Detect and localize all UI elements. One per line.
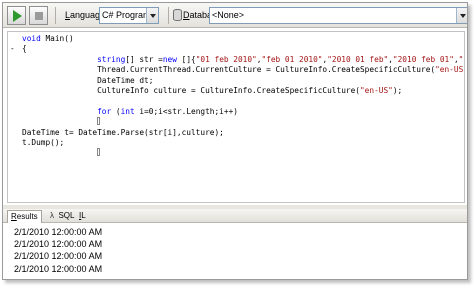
code-line: DateTime dt; <box>22 75 154 85</box>
tab-results[interactable]: Results <box>7 210 42 223</box>
code-keyword: void <box>22 34 41 43</box>
toolbar-separator <box>168 7 169 24</box>
language-select-value: C# Program <box>102 10 151 20</box>
stop-icon <box>35 12 43 20</box>
code-line <box>22 117 101 126</box>
code-line: string[] str =new []{"01 feb 2010","feb … <box>97 54 464 64</box>
code-line: CultureInfo culture = CultureInfo.Create… <box>22 86 403 96</box>
run-button[interactable] <box>7 6 26 25</box>
database-icon <box>173 9 182 21</box>
result-line: 2/1/2010 12:00:00 AM <box>14 227 103 237</box>
code-line: t.Dump(); <box>22 138 65 148</box>
toolbar-separator <box>55 7 56 24</box>
fold-gutter: - <box>10 34 19 55</box>
results-panel: 2/1/2010 12:00:00 AM 2/1/2010 12:00:00 A… <box>7 226 465 278</box>
database-select-value: <None> <box>212 10 245 20</box>
stop-button[interactable] <box>29 6 48 25</box>
code-editor[interactable]: - void Main() { string[] str =new []{"01… <box>7 31 465 203</box>
lambda-icon: λ <box>50 211 54 220</box>
language-select[interactable]: C# Program <box>99 7 159 24</box>
code-line: void Main() <box>22 34 74 43</box>
code-text[interactable]: void Main() { string[] str =new []{"01 f… <box>22 34 464 159</box>
tab-sql[interactable]: λ SQL <box>47 210 77 223</box>
toolbar: Language C# Program Database <None> <box>3 3 467 28</box>
tab-il[interactable]: IL <box>76 210 89 223</box>
database-select[interactable]: <None> <box>209 7 467 24</box>
result-line: 2/1/2010 12:00:00 AM <box>14 263 103 274</box>
code-line: DateTime t= DateTime.Parse(str[i],cultur… <box>22 127 224 137</box>
chevron-down-icon[interactable] <box>146 8 158 23</box>
result-line: 2/1/2010 12:00:00 AM <box>14 251 103 262</box>
linqpad-window: Language C# Program Database <None> - vo… <box>2 2 468 280</box>
chevron-down-icon[interactable] <box>456 8 467 23</box>
code-line: for (int i=0;i<str.Length;i++) <box>97 106 238 116</box>
result-line: 2/1/2010 12:00:00 AM <box>14 239 103 250</box>
fold-marker[interactable]: - <box>10 44 15 53</box>
code-line: Thread.CurrentThread.CurrentCulture = Cu… <box>22 65 465 75</box>
results-tabstrip: Results λ SQL IL <box>3 209 467 223</box>
code-line: { <box>22 44 27 54</box>
brace-match-icon <box>97 148 101 157</box>
brace-match-icon <box>97 117 101 126</box>
code-line <box>22 148 101 157</box>
play-icon <box>13 10 22 22</box>
